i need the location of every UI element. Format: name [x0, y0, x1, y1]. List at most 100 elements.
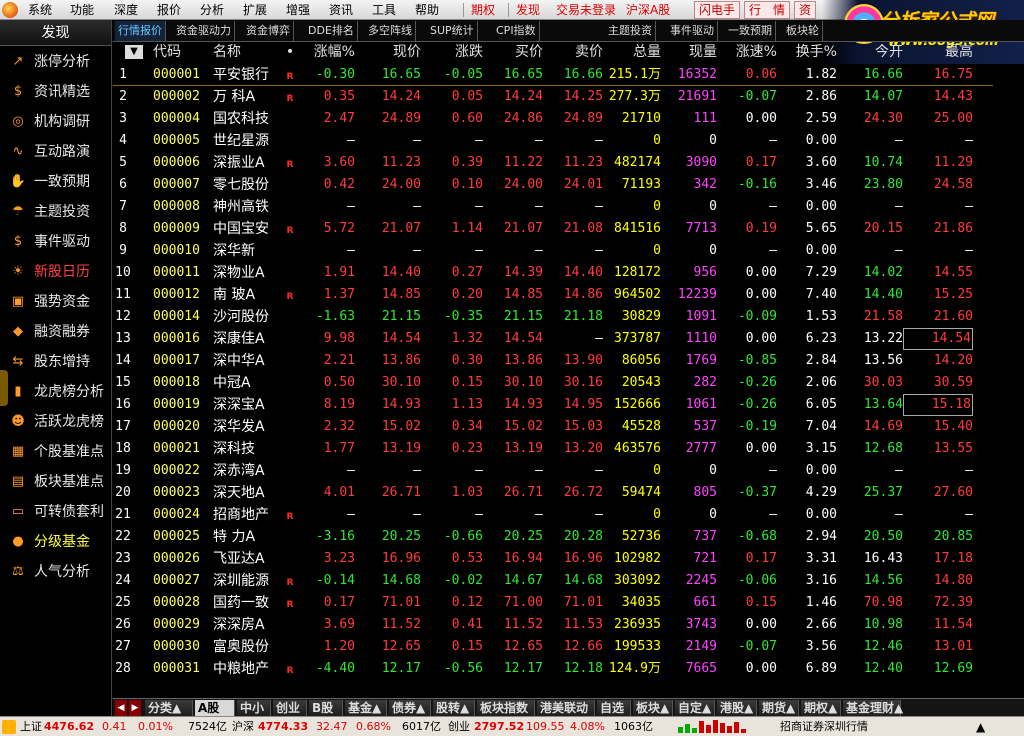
- stock-name[interactable]: 中国宝安: [213, 218, 273, 240]
- board-tab[interactable]: 自选: [597, 700, 631, 716]
- table-row[interactable]: 20 000023 深天地A 4.01 26.71 1.03 26.71 26.72 59474…: [113, 482, 993, 504]
- column-header[interactable]: 涨幅%: [299, 42, 355, 62]
- stock-name[interactable]: 南 玻A: [213, 284, 273, 306]
- board-tab[interactable]: 分类▲: [145, 700, 193, 716]
- stock-name[interactable]: 深康佳A: [213, 328, 273, 350]
- board-tab[interactable]: 债券▲: [389, 700, 431, 716]
- sidebar-item[interactable]: ↗ 涨停分析: [0, 47, 112, 77]
- stock-name[interactable]: 中粮地产: [213, 658, 273, 680]
- sidebar-item[interactable]: ▮ 龙虎榜分析: [0, 377, 112, 407]
- sort-dropdown-icon[interactable]: ▼: [125, 45, 143, 59]
- stock-name[interactable]: 中冠A: [213, 372, 273, 394]
- sidebar-item[interactable]: ☂ 主题投资: [0, 197, 112, 227]
- stock-name[interactable]: 万 科A: [213, 86, 273, 108]
- table-row[interactable]: 11 000012 南 玻A R 1.37 14.85 0.20 14.85 14.86 9645…: [113, 284, 993, 306]
- table-row[interactable]: 21 000024 招商地产 R — — — — — 0 0 — 0.00 — —: [113, 504, 993, 526]
- sidebar-item[interactable]: ✋ 一致预期: [0, 167, 112, 197]
- menu-enhance[interactable]: 增强: [286, 0, 310, 20]
- sidebar-item[interactable]: ⇆ 股东增持: [0, 347, 112, 377]
- tab-4[interactable]: 多空阵线: [365, 21, 416, 41]
- table-row[interactable]: 13 000016 深康佳A 9.98 14.54 1.32 14.54 — 373787 111…: [113, 328, 993, 350]
- menu-system[interactable]: 系统: [28, 0, 52, 20]
- tab-5[interactable]: SUP统计: [427, 21, 478, 41]
- column-header[interactable]: 总量: [599, 42, 661, 62]
- table-row[interactable]: 10 000011 深物业A 1.91 14.40 0.27 14.39 14.40 12817…: [113, 262, 993, 284]
- stock-name[interactable]: 深华新: [213, 240, 273, 262]
- stock-name[interactable]: 零七股份: [213, 174, 273, 196]
- stock-code[interactable]: 000024: [153, 504, 207, 526]
- table-row[interactable]: 3 000004 国农科技 2.47 24.89 0.60 24.86 24.89 21710 1…: [113, 108, 993, 130]
- menu-extend[interactable]: 扩展: [243, 0, 267, 20]
- stock-code[interactable]: 000008: [153, 196, 207, 218]
- table-row[interactable]: 4 000005 世纪星源 — — — — — 0 0 — 0.00 — —: [113, 130, 993, 152]
- menu-news[interactable]: 资讯: [329, 0, 353, 20]
- board-tab[interactable]: 基金▲: [345, 700, 387, 716]
- flash-trade-button[interactable]: 闪电手: [694, 1, 741, 19]
- table-row[interactable]: 28 000031 中粮地产 R -4.40 12.17 -0.56 12.17 12.18 12…: [113, 658, 993, 680]
- table-row[interactable]: 25 000028 国药一致 R 0.17 71.01 0.12 71.00 71.01 3403…: [113, 592, 993, 614]
- stock-name[interactable]: 深中华A: [213, 350, 273, 372]
- stock-code[interactable]: 000005: [153, 130, 207, 152]
- stock-name[interactable]: 深科技: [213, 438, 273, 460]
- tab-9[interactable]: 一致预期: [725, 21, 776, 41]
- board-tab[interactable]: 港股▲: [717, 700, 757, 716]
- sidebar-item[interactable]: ● 分级基金: [0, 527, 112, 557]
- stock-name[interactable]: 国药一致: [213, 592, 273, 614]
- table-row[interactable]: 14 000017 深中华A 2.21 13.86 0.30 13.86 13.90 86056…: [113, 350, 993, 372]
- stock-code[interactable]: 000006: [153, 152, 207, 174]
- table-row[interactable]: 12 000014 沙河股份 -1.63 21.15 -0.35 21.15 21.18 308…: [113, 306, 993, 328]
- stock-name[interactable]: 深振业A: [213, 152, 273, 174]
- stock-code[interactable]: 000016: [153, 328, 207, 350]
- sidebar-item[interactable]: ☻ 活跃龙虎榜: [0, 407, 112, 437]
- stock-code[interactable]: 000019: [153, 394, 207, 416]
- stock-code[interactable]: 000020: [153, 416, 207, 438]
- tab-1[interactable]: 资金驱动力: [173, 21, 235, 41]
- table-row[interactable]: 15 000018 中冠A 0.50 30.10 0.15 30.10 30.16 20543 2…: [113, 372, 993, 394]
- stock-name[interactable]: 招商地产: [213, 504, 273, 526]
- stock-code[interactable]: 000011: [153, 262, 207, 284]
- table-row[interactable]: 23 000026 飞亚达A 3.23 16.96 0.53 16.94 16.96 10298…: [113, 548, 993, 570]
- menu-depth[interactable]: 深度: [114, 0, 138, 20]
- menu-discover[interactable]: 发现: [516, 0, 540, 20]
- column-header[interactable]: 涨速%: [729, 42, 777, 62]
- stock-name[interactable]: 国农科技: [213, 108, 273, 130]
- stock-code[interactable]: 000010: [153, 240, 207, 262]
- tab-10[interactable]: 板块轮: [783, 21, 823, 41]
- table-row[interactable]: 9 000010 深华新 — — — — — 0 0 — 0.00 — —: [113, 240, 993, 262]
- stock-code[interactable]: 000004: [153, 108, 207, 130]
- table-row[interactable]: 1 000001 平安银行 R -0.30 16.65 -0.05 16.65 16.66 215…: [113, 64, 993, 86]
- column-header[interactable]: 买价: [485, 42, 543, 62]
- tab-6[interactable]: CPI指数: [493, 21, 540, 41]
- tab-2[interactable]: 资金博弈: [243, 21, 294, 41]
- stock-code[interactable]: 000029: [153, 614, 207, 636]
- column-header[interactable]: 现价: [365, 42, 421, 62]
- stock-code[interactable]: 000027: [153, 570, 207, 592]
- stock-code[interactable]: 000028: [153, 592, 207, 614]
- column-header[interactable]: 涨跌: [421, 42, 483, 62]
- scroll-right-icon[interactable]: ▶: [129, 700, 141, 716]
- board-tab[interactable]: 基金理财▲: [843, 700, 903, 716]
- stock-code[interactable]: 000018: [153, 372, 207, 394]
- stock-name[interactable]: 深华发A: [213, 416, 273, 438]
- stock-name[interactable]: 深圳能源: [213, 570, 273, 592]
- stock-name[interactable]: 深物业A: [213, 262, 273, 284]
- column-header[interactable]: 代码: [153, 42, 207, 62]
- board-tab[interactable]: 中小: [237, 700, 271, 716]
- stock-name[interactable]: 沙河股份: [213, 306, 273, 328]
- stock-name[interactable]: 深深房A: [213, 614, 273, 636]
- board-tab[interactable]: 板块▲: [633, 700, 673, 716]
- column-header[interactable]: •: [283, 42, 297, 62]
- stock-code[interactable]: 000021: [153, 438, 207, 460]
- board-tab[interactable]: 期货▲: [759, 700, 799, 716]
- scroll-left-icon[interactable]: ◀: [115, 700, 127, 716]
- board-tab[interactable]: 期权▲: [801, 700, 841, 716]
- sidebar-item[interactable]: ∿ 互动路演: [0, 137, 112, 167]
- tab-0[interactable]: 行情报价: [115, 21, 166, 41]
- board-tab[interactable]: 创业: [273, 700, 307, 716]
- board-tab[interactable]: 股转▲: [433, 700, 475, 716]
- table-row[interactable]: 8 000009 中国宝安 R 5.72 21.07 1.14 21.07 21.08 84151…: [113, 218, 993, 240]
- menu-function[interactable]: 功能: [70, 0, 94, 20]
- hs-a-share-link[interactable]: 沪深A股: [626, 0, 670, 20]
- stock-code[interactable]: 000002: [153, 86, 207, 108]
- table-row[interactable]: 19 000022 深赤湾A — — — — — 0 0 — 0.00 — —: [113, 460, 993, 482]
